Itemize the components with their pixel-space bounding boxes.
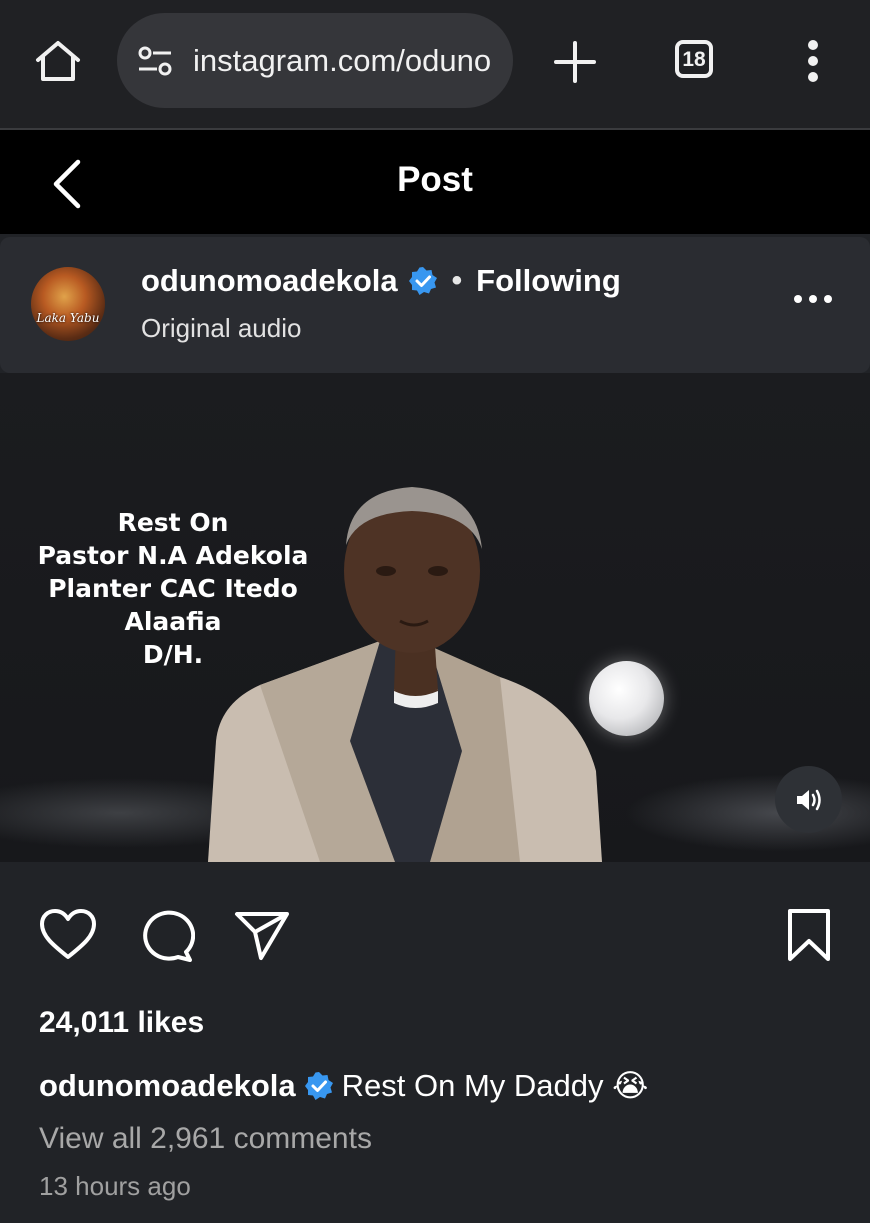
tabs-button[interactable]: 18 xyxy=(675,40,713,78)
browser-menu-button[interactable] xyxy=(801,38,825,84)
share-icon[interactable] xyxy=(233,910,291,962)
author-row: odunomoadekola • Following xyxy=(141,263,621,299)
avatar[interactable]: Laka Yabu xyxy=(31,267,105,341)
post-timestamp: 13 hours ago xyxy=(39,1171,191,1201)
action-bar xyxy=(0,862,870,1012)
portrait-image xyxy=(208,487,602,862)
tab-count: 18 xyxy=(682,48,706,71)
avatar-logo-text: Laka Yabu xyxy=(36,311,100,325)
plus-icon xyxy=(554,41,596,83)
page-title: Post xyxy=(397,160,473,199)
author-username[interactable]: odunomoadekola xyxy=(141,263,398,299)
url-text[interactable]: instagram.com/odunomoadekola xyxy=(193,41,493,81)
home-button[interactable] xyxy=(32,38,84,84)
site-settings-icon[interactable] xyxy=(137,45,173,77)
view-comments-link[interactable]: View all 2,961 comments xyxy=(39,1122,372,1156)
following-button[interactable]: Following xyxy=(476,263,621,299)
post-header: Post xyxy=(0,130,870,234)
likes-count[interactable]: 24,011 likes xyxy=(39,1006,204,1040)
home-icon xyxy=(36,41,80,81)
volume-button[interactable] xyxy=(775,766,842,833)
verified-badge-icon xyxy=(408,267,437,295)
caption-username[interactable]: odunomoadekola xyxy=(39,1068,296,1104)
volume-on-icon xyxy=(796,789,821,810)
browser-toolbar: instagram.com/odunomoadekola 18 xyxy=(0,0,870,130)
post-options-button[interactable] xyxy=(792,292,834,306)
caption-text: Rest On My Daddy 😭 xyxy=(341,1068,649,1103)
caption: odunomoadekola Rest On My Daddy 😭 xyxy=(39,1068,648,1104)
separator-dot: • xyxy=(451,264,463,297)
heart-icon[interactable] xyxy=(39,909,97,961)
verified-badge-icon xyxy=(304,1072,333,1100)
post-media[interactable]: Rest On Pastor N.A Adekola Planter CAC I… xyxy=(0,373,870,862)
bookmark-icon[interactable] xyxy=(786,908,832,962)
kebab-menu-icon xyxy=(808,40,818,82)
new-tab-button[interactable] xyxy=(553,40,597,84)
author-card: Laka Yabu odunomoadekola • Following xyxy=(0,237,870,373)
comment-icon[interactable] xyxy=(135,910,195,962)
address-bar[interactable]: instagram.com/odunomoadekola xyxy=(117,13,513,108)
audio-label[interactable]: Original audio xyxy=(141,313,301,344)
more-horizontal-icon xyxy=(794,295,832,303)
